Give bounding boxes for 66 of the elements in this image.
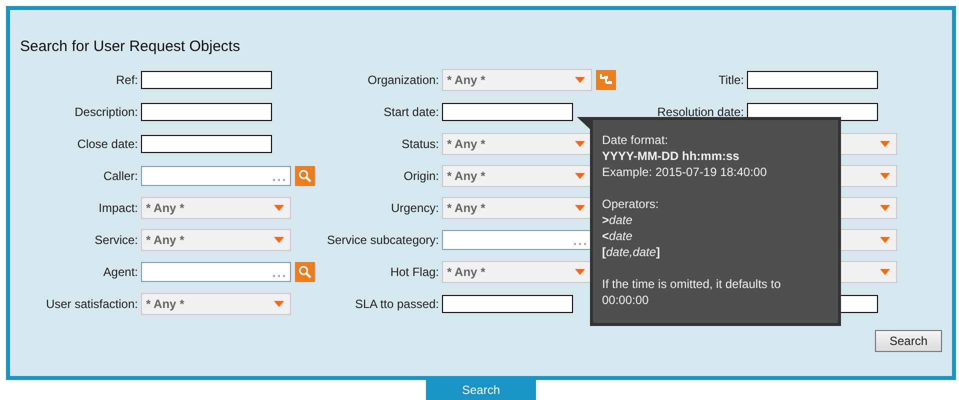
lookup-field[interactable]: [141, 262, 291, 282]
dropdown[interactable]: * Any *: [141, 197, 291, 219]
lookup-field[interactable]: [141, 166, 291, 186]
caret-icon: [575, 269, 585, 275]
search-tab[interactable]: Search: [426, 379, 536, 400]
text-field[interactable]: [141, 103, 272, 121]
panel-title: Search for User Request Objects: [20, 37, 240, 57]
tooltip-text: <date: [602, 228, 632, 244]
text-field[interactable]: [747, 71, 878, 89]
tooltip-text: YYYY-MM-DD hh:mm:ss: [602, 148, 740, 164]
field-label: Organization:: [368, 73, 439, 87]
field-label: Hot Flag:: [390, 265, 439, 279]
caret-icon: [575, 205, 585, 211]
dropdown[interactable]: * Any *: [442, 165, 592, 187]
field-label: Start date:: [384, 105, 439, 119]
text-field[interactable]: [141, 135, 272, 153]
search-icon: [298, 265, 312, 279]
field-label: Close date:: [77, 137, 138, 151]
caret-icon: [575, 141, 585, 147]
field-label: Service subcategory:: [326, 233, 439, 247]
search-button[interactable]: [295, 262, 315, 282]
caret-icon: [880, 141, 890, 147]
hierarchy-icon: [599, 73, 613, 87]
field-label: Origin:: [404, 169, 439, 183]
caret-icon: [880, 269, 890, 275]
caret-icon: [880, 173, 890, 179]
field-label: Ref:: [116, 73, 138, 87]
caret-icon: [274, 237, 284, 243]
caret-icon: [575, 173, 585, 179]
field-label: Agent:: [103, 265, 138, 279]
tooltip-text: If the time is omitted, it defaults to: [602, 276, 781, 292]
caret-icon: [575, 77, 585, 83]
tooltip-text: [date,date]: [602, 244, 660, 260]
tooltip-text: 00:00:00: [602, 292, 649, 308]
field-label: User satisfaction:: [46, 297, 138, 311]
field-label: Description:: [74, 105, 138, 119]
dropdown[interactable]: * Any *: [442, 69, 592, 91]
field-label: Status:: [402, 137, 439, 151]
text-field[interactable]: [442, 103, 573, 121]
dropdown[interactable]: * Any *: [141, 293, 291, 315]
dropdown[interactable]: * Any *: [442, 133, 592, 155]
text-field[interactable]: [141, 71, 272, 89]
dropdown[interactable]: * Any *: [442, 261, 592, 283]
search-button[interactable]: Search: [875, 330, 942, 352]
field-label: Service:: [94, 233, 138, 247]
field-label: Title:: [718, 73, 744, 87]
field-label: Impact:: [98, 201, 138, 215]
caret-icon: [880, 237, 890, 243]
search-button[interactable]: [295, 166, 315, 186]
dropdown[interactable]: * Any *: [442, 197, 592, 219]
tooltip-text: Operators:: [602, 196, 659, 212]
field-label: Resolution date:: [657, 105, 744, 119]
caret-icon: [274, 301, 284, 307]
hierarchy-button[interactable]: [596, 70, 616, 90]
tooltip-text: Example: 2015-07-19 18:40:00: [602, 164, 767, 180]
caret-icon: [274, 205, 284, 211]
tooltip-text: Date format:: [602, 132, 668, 148]
field-label: SLA tto passed:: [354, 297, 439, 311]
tooltip-text: >date: [602, 212, 632, 228]
caret-icon: [880, 205, 890, 211]
field-label: Caller:: [103, 169, 138, 183]
search-icon: [298, 169, 312, 183]
dropdown[interactable]: * Any *: [141, 229, 291, 251]
lookup-field[interactable]: [442, 230, 592, 250]
text-field[interactable]: [442, 295, 573, 313]
field-label: Urgency:: [390, 201, 439, 215]
